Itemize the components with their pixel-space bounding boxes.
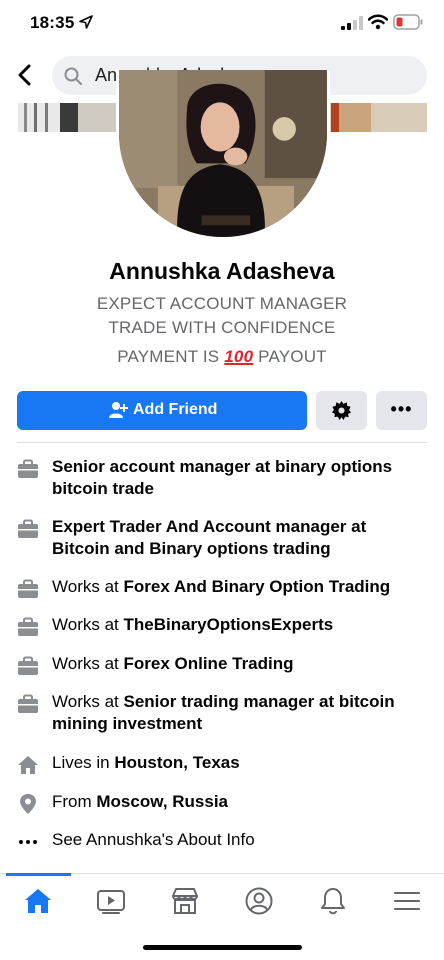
add-friend-label: Add Friend: [133, 401, 218, 418]
bio-line: TRADE WITH CONFIDENCE: [108, 318, 336, 337]
briefcase-icon: [18, 656, 38, 675]
home-indicator[interactable]: [143, 945, 302, 950]
watch-icon[interactable]: [96, 887, 126, 915]
active-tab-indicator: [6, 873, 71, 876]
briefcase-icon: [18, 579, 38, 598]
home-icon: [18, 756, 38, 774]
profile-name: Annushka Adasheva: [109, 258, 335, 284]
profile-icon[interactable]: [244, 887, 274, 915]
settings-button[interactable]: [316, 391, 367, 430]
briefcase-icon: [18, 694, 38, 713]
briefcase-icon: [18, 519, 38, 538]
more-dots-icon: [19, 840, 37, 844]
profile-picture[interactable]: [116, 70, 330, 240]
gear-icon: [332, 401, 351, 420]
marketplace-icon[interactable]: [170, 887, 200, 915]
more-dots-icon: •••: [390, 399, 413, 419]
bio-line: PAYMENT IS 100 PAYOUT: [117, 347, 327, 366]
hundred-points-emoji: 100: [224, 347, 254, 366]
add-friend-button[interactable]: Add Friend: [17, 391, 307, 430]
home-icon[interactable]: [23, 887, 53, 915]
search-icon: [64, 67, 82, 85]
battery-icon: [393, 14, 423, 30]
bio-line: EXPECT ACCOUNT MANAGER: [96, 294, 348, 313]
briefcase-icon: [18, 617, 38, 636]
add-friend-icon: [109, 402, 128, 418]
location-arrow-icon: [79, 15, 93, 29]
divider: [17, 442, 427, 443]
notifications-icon[interactable]: [318, 887, 348, 915]
more-options-button[interactable]: •••: [376, 391, 427, 430]
wifi-icon: [368, 14, 388, 30]
back-arrow-icon[interactable]: [14, 62, 38, 88]
location-pin-icon: [20, 794, 36, 814]
menu-icon[interactable]: [392, 887, 422, 915]
status-bar: 18:35: [0, 0, 444, 48]
briefcase-icon: [18, 459, 38, 478]
status-time: 18:35: [30, 13, 75, 32]
cellular-signal-icon: [341, 16, 363, 30]
